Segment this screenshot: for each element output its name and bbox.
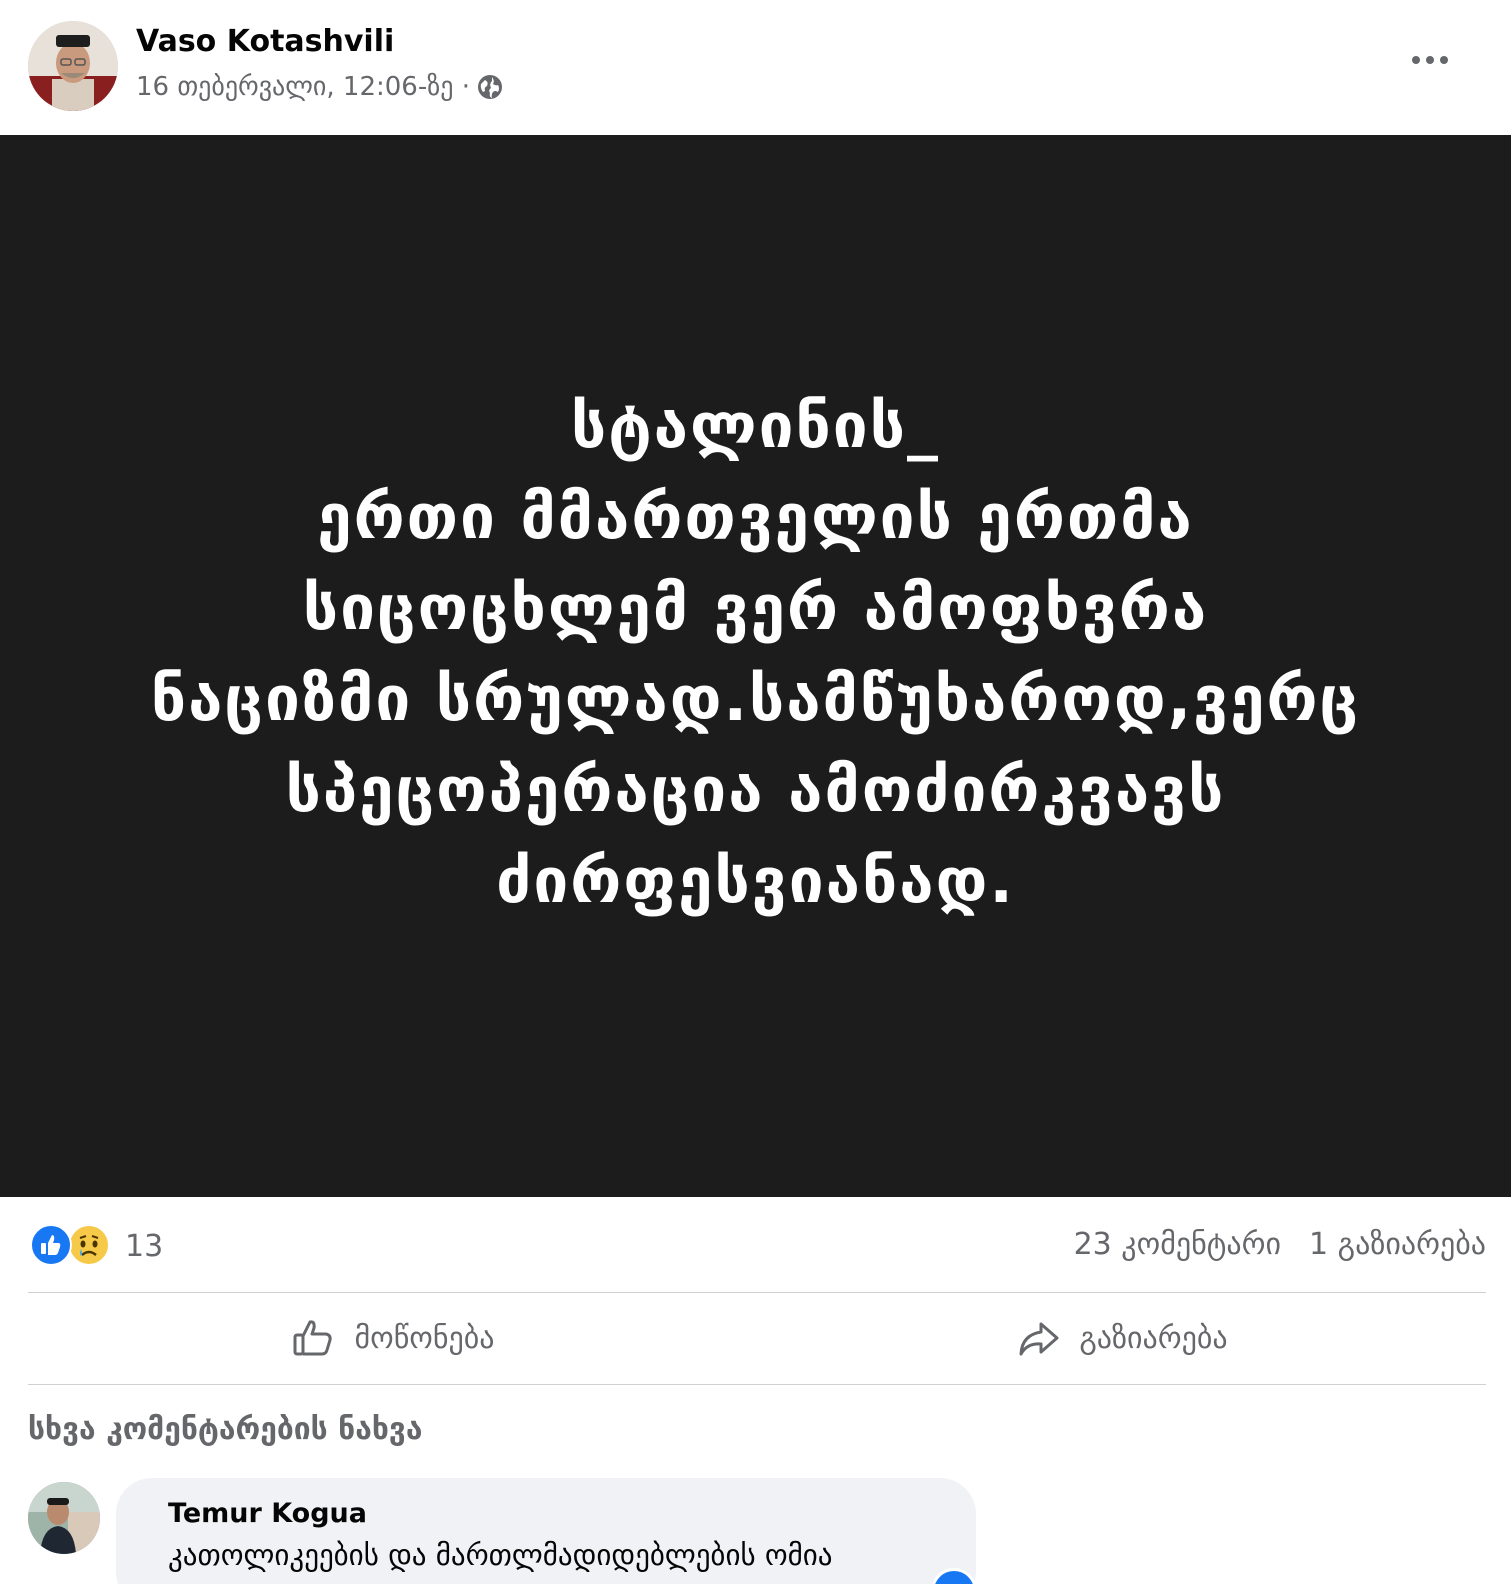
post-image[interactable]: სტალინის_ ერთი მმართველის ერთმა სიცოცხლე… bbox=[0, 135, 1511, 1197]
share-count[interactable]: 1 გაზიარება bbox=[1309, 1227, 1486, 1262]
post-actions: მოწონება გაზიარება bbox=[28, 1293, 1486, 1383]
share-arrow-icon bbox=[1019, 1322, 1059, 1356]
comment-count[interactable]: 23 კომენტარი bbox=[1074, 1227, 1281, 1262]
comment-reaction-badge[interactable] bbox=[931, 1568, 977, 1584]
reaction-count[interactable]: 13 bbox=[125, 1229, 163, 1264]
author-avatar-image bbox=[28, 21, 118, 111]
view-more-comments-link[interactable]: სხვა კომენტარების ნახვა bbox=[28, 1412, 422, 1447]
comment: Temur Kogua კათოლიკეების და მართლმადიდებ… bbox=[28, 1478, 1486, 1584]
commenter-avatar[interactable] bbox=[28, 1482, 100, 1554]
sad-reaction-icon bbox=[68, 1224, 110, 1266]
engagement-counts: 23 კომენტარი 1 გაზიარება bbox=[1074, 1227, 1486, 1262]
divider bbox=[28, 1384, 1486, 1385]
comment-text: კათოლიკეების და მართლმადიდებლების ომია bbox=[168, 1538, 833, 1572]
globe-icon[interactable] bbox=[476, 73, 504, 101]
post-header: Vaso Kotashvili 16 თებერვალი, 12:06-ზე · bbox=[0, 0, 1511, 135]
commenter-avatar-image bbox=[28, 1482, 100, 1554]
share-button[interactable]: გაზიარება bbox=[757, 1293, 1486, 1383]
like-button[interactable]: მოწონება bbox=[28, 1293, 757, 1383]
post-timestamp[interactable]: 16 თებერვალი, 12:06-ზე · bbox=[136, 72, 470, 102]
author-name[interactable]: Vaso Kotashvili bbox=[136, 24, 394, 59]
reaction-icons[interactable] bbox=[30, 1224, 116, 1270]
post-image-text: სტალინის_ ერთი მმართველის ერთმა სიცოცხლე… bbox=[150, 389, 1361, 917]
author-avatar[interactable] bbox=[28, 21, 118, 111]
comment-bubble: Temur Kogua კათოლიკეების და მართლმადიდებ… bbox=[116, 1478, 977, 1584]
thumbs-up-icon bbox=[293, 1320, 333, 1356]
like-button-label: მოწონება bbox=[354, 1320, 495, 1356]
more-options-icon bbox=[1412, 56, 1448, 64]
reactions-summary: 13 23 კომენტარი 1 გაზიარება bbox=[28, 1200, 1486, 1292]
post-meta: 16 თებერვალი, 12:06-ზე · bbox=[136, 72, 504, 102]
comment-author[interactable]: Temur Kogua bbox=[168, 1498, 367, 1529]
like-reaction-icon bbox=[30, 1224, 72, 1266]
facebook-post: Vaso Kotashvili 16 თებერვალი, 12:06-ზე ·… bbox=[0, 0, 1511, 1584]
more-options-button[interactable] bbox=[1405, 40, 1455, 80]
share-button-label: გაზიარება bbox=[1079, 1320, 1228, 1356]
